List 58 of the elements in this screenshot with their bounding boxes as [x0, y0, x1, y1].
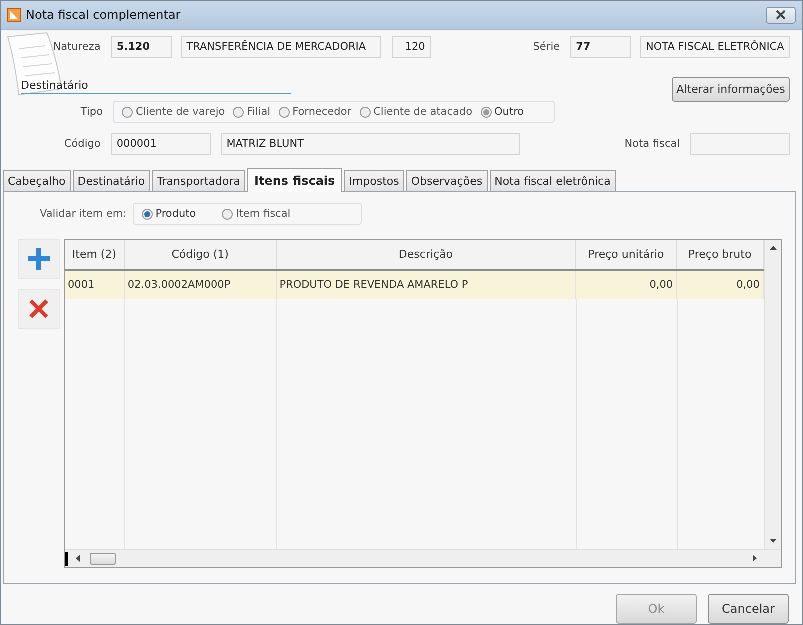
- add-button[interactable]: [18, 239, 60, 279]
- scroll-up-icon[interactable]: [770, 246, 776, 250]
- table-row[interactable]: 0001 02.03.0002AM000P PRODUTO DE REVENDA AMARELO P 0,00 0,00: [65, 271, 764, 299]
- radio-icon[interactable]: [278, 106, 290, 118]
- change-info-button[interactable]: Alterar informações: [672, 77, 790, 102]
- column-header[interactable]: Item (2): [65, 240, 125, 269]
- input-field[interactable]: 5.120: [110, 36, 172, 58]
- radio-icon[interactable]: [360, 106, 371, 118]
- input-field[interactable]: 77: [570, 36, 631, 58]
- radio-option[interactable]: Outro: [480, 106, 524, 118]
- input-field[interactable]: NOTA FISCAL ELETRÔNICA: [640, 36, 790, 58]
- section-heading: Destinatário: [21, 79, 291, 94]
- column-header[interactable]: Preço unitário: [576, 240, 678, 269]
- field-label: Validar item em:: [40, 208, 127, 220]
- plus-icon: [27, 247, 51, 271]
- field-label: Nota fiscal: [624, 138, 682, 150]
- field-label: Tipo: [80, 106, 104, 118]
- tab[interactable]: Itens fiscais: [247, 168, 342, 192]
- tab[interactable]: Observações: [406, 170, 488, 191]
- input-field[interactable]: [690, 133, 790, 155]
- input-field[interactable]: MATRIZ BLUNT: [220, 133, 520, 155]
- tab[interactable]: Nota fiscal eletrônica: [490, 170, 616, 191]
- radio-icon[interactable]: [122, 106, 133, 118]
- field-label: Código: [63, 138, 102, 150]
- radio-icon[interactable]: [480, 106, 492, 118]
- close-button[interactable]: [766, 6, 796, 24]
- radio-option[interactable]: Cliente de atacado: [360, 106, 473, 118]
- input-field[interactable]: 000001: [110, 133, 211, 155]
- cross-icon: [29, 299, 49, 319]
- scroll-thumb[interactable]: [90, 552, 116, 564]
- tab[interactable]: Destinatário: [72, 170, 150, 191]
- close-icon: [775, 10, 787, 20]
- column-header[interactable]: Código (1): [124, 240, 277, 269]
- tab[interactable]: Cabeçalho: [3, 170, 71, 191]
- radio-icon[interactable]: [233, 106, 244, 118]
- field-label: Natureza: [52, 41, 102, 53]
- radio-option[interactable]: Item fiscal: [222, 208, 291, 220]
- scroll-left-icon[interactable]: [76, 555, 80, 562]
- radio-option[interactable]: Cliente de varejo: [122, 106, 226, 118]
- radio-icon[interactable]: [222, 208, 234, 220]
- input-field[interactable]: 120: [392, 36, 432, 58]
- radio-option[interactable]: Produto: [142, 208, 196, 220]
- field-label: Série: [532, 41, 562, 53]
- delete-button[interactable]: [18, 289, 60, 329]
- tab[interactable]: Transportadora: [152, 170, 246, 191]
- radio-option[interactable]: Fornecedor: [278, 106, 352, 118]
- column-header[interactable]: Descrição: [276, 240, 576, 269]
- window-title: Nota fiscal complementar: [26, 8, 182, 22]
- radio-option[interactable]: Filial: [233, 106, 271, 118]
- scroll-down-icon[interactable]: [770, 539, 776, 543]
- scroll-right-icon[interactable]: [753, 555, 757, 562]
- input-field[interactable]: TRANSFERÊNCIA DE MERCADORIA: [180, 36, 382, 58]
- vertical-scrollbar[interactable]: [764, 240, 781, 549]
- tab[interactable]: Impostos: [344, 170, 404, 191]
- radio-icon[interactable]: [142, 208, 153, 220]
- horizontal-scrollbar[interactable]: [65, 549, 781, 567]
- dialog-button[interactable]: Cancelar: [708, 594, 789, 624]
- app-icon: [7, 8, 21, 22]
